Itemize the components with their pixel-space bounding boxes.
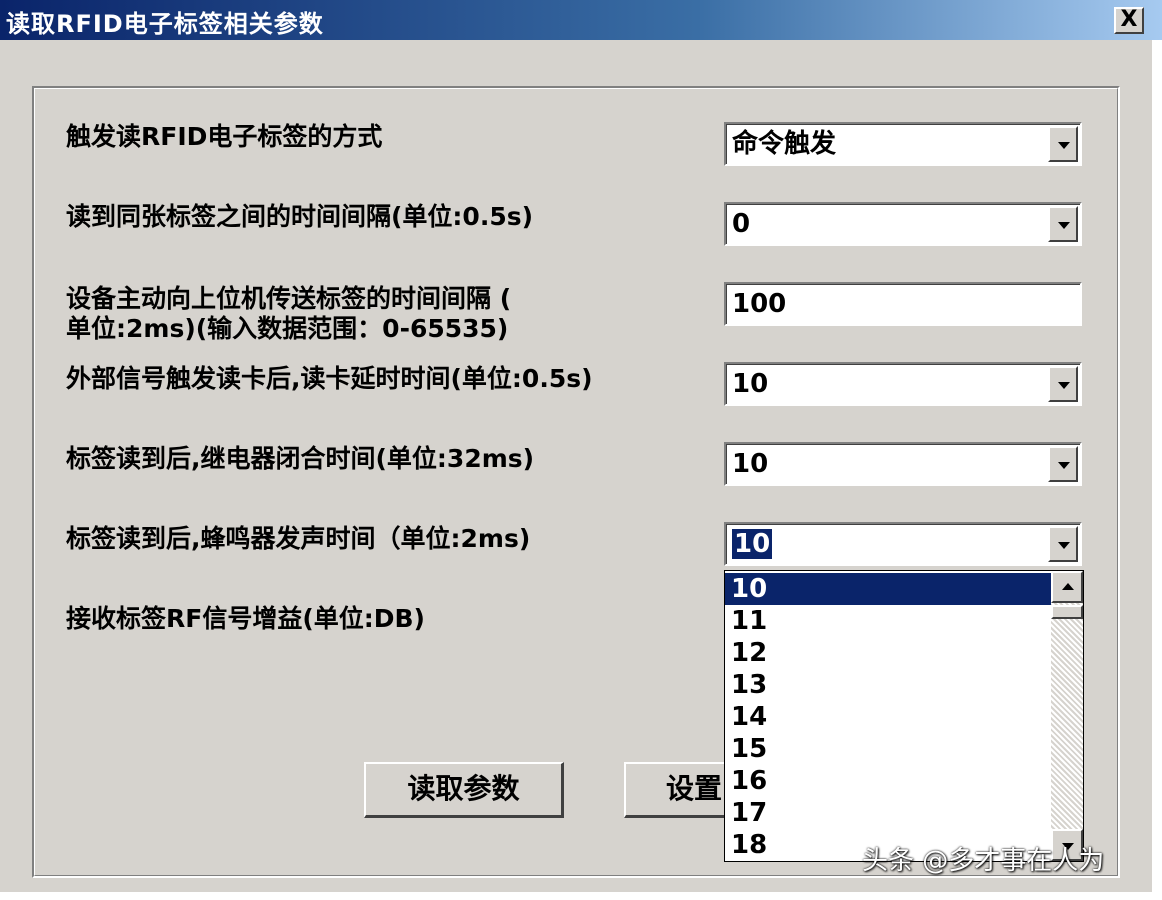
upload-interval-label-line1: 设备主动向上位机传送标签的时间间隔 (: [66, 284, 512, 313]
buzzer-time-value: 10: [732, 528, 773, 560]
relay-time-dropdown-button[interactable]: [1048, 446, 1078, 482]
buzzer-time-options-list[interactable]: 10 11 12 13 14 15 16 17 18: [724, 570, 1084, 862]
trigger-mode-select[interactable]: 命令触发: [724, 122, 1082, 166]
list-scrollbar[interactable]: [1051, 571, 1083, 861]
read-delay-value: 10: [732, 369, 769, 399]
same-tag-interval-label: 读到同张标签之间的时间间隔(单位:0.5s): [66, 202, 534, 231]
rf-gain-label: 接收标签RF信号增益(单位:DB): [66, 604, 425, 633]
scrollbar-thumb[interactable]: [1051, 605, 1083, 619]
upload-interval-value: 100: [732, 289, 787, 319]
chevron-down-icon: [1058, 462, 1070, 469]
buzzer-time-selected-text: 10: [732, 529, 773, 559]
relay-time-label: 标签读到后,继电器闭合时间(单位:32ms): [66, 444, 535, 473]
read-delay-label: 外部信号触发读卡后,读卡延时时间(单位:0.5s): [66, 364, 593, 393]
list-item[interactable]: 13: [725, 669, 1051, 701]
title-bar[interactable]: 读取RFID电子标签相关参数 X: [0, 0, 1162, 40]
buzzer-time-label: 标签读到后,蜂鸣器发声时间（单位:2ms): [66, 524, 531, 553]
same-tag-interval-select[interactable]: 0: [724, 202, 1082, 246]
window-edge: [1152, 40, 1162, 900]
buzzer-time-select[interactable]: 10: [724, 522, 1082, 566]
chevron-up-icon: [1062, 583, 1074, 590]
window-title: 读取RFID电子标签相关参数: [6, 10, 324, 38]
relay-time-select[interactable]: 10: [724, 442, 1082, 486]
trigger-mode-dropdown-button[interactable]: [1048, 126, 1078, 162]
relay-time-value: 10: [732, 449, 769, 479]
buzzer-time-dropdown-button[interactable]: [1048, 526, 1078, 562]
chevron-down-icon: [1058, 142, 1070, 149]
list-item[interactable]: 16: [725, 765, 1051, 797]
chevron-down-icon: [1058, 542, 1070, 549]
read-delay-select[interactable]: 10: [724, 362, 1082, 406]
chevron-down-icon: [1058, 382, 1070, 389]
close-icon: X: [1120, 7, 1138, 32]
list-item[interactable]: 15: [725, 733, 1051, 765]
list-item[interactable]: 11: [725, 605, 1051, 637]
upload-interval-label-line2: 单位:2ms)(输入数据范围：0-65535): [66, 314, 509, 343]
read-params-button[interactable]: 读取参数: [364, 762, 564, 818]
upload-interval-input[interactable]: 100: [724, 282, 1082, 326]
same-tag-interval-dropdown-button[interactable]: [1048, 206, 1078, 242]
chevron-down-icon: [1058, 222, 1070, 229]
watermark: 头条 @多才事在人为: [862, 846, 1105, 876]
read-delay-dropdown-button[interactable]: [1048, 366, 1078, 402]
same-tag-interval-value: 0: [732, 209, 751, 239]
trigger-mode-value: 命令触发: [732, 129, 837, 159]
list-item[interactable]: 12: [725, 637, 1051, 669]
close-button[interactable]: X: [1114, 7, 1144, 34]
bottom-edge: [0, 892, 1162, 900]
scroll-up-button[interactable]: [1051, 571, 1083, 603]
list-item[interactable]: 14: [725, 701, 1051, 733]
trigger-mode-label: 触发读RFID电子标签的方式: [66, 122, 383, 151]
list-item[interactable]: 10: [725, 573, 1051, 605]
list-item[interactable]: 17: [725, 797, 1051, 829]
